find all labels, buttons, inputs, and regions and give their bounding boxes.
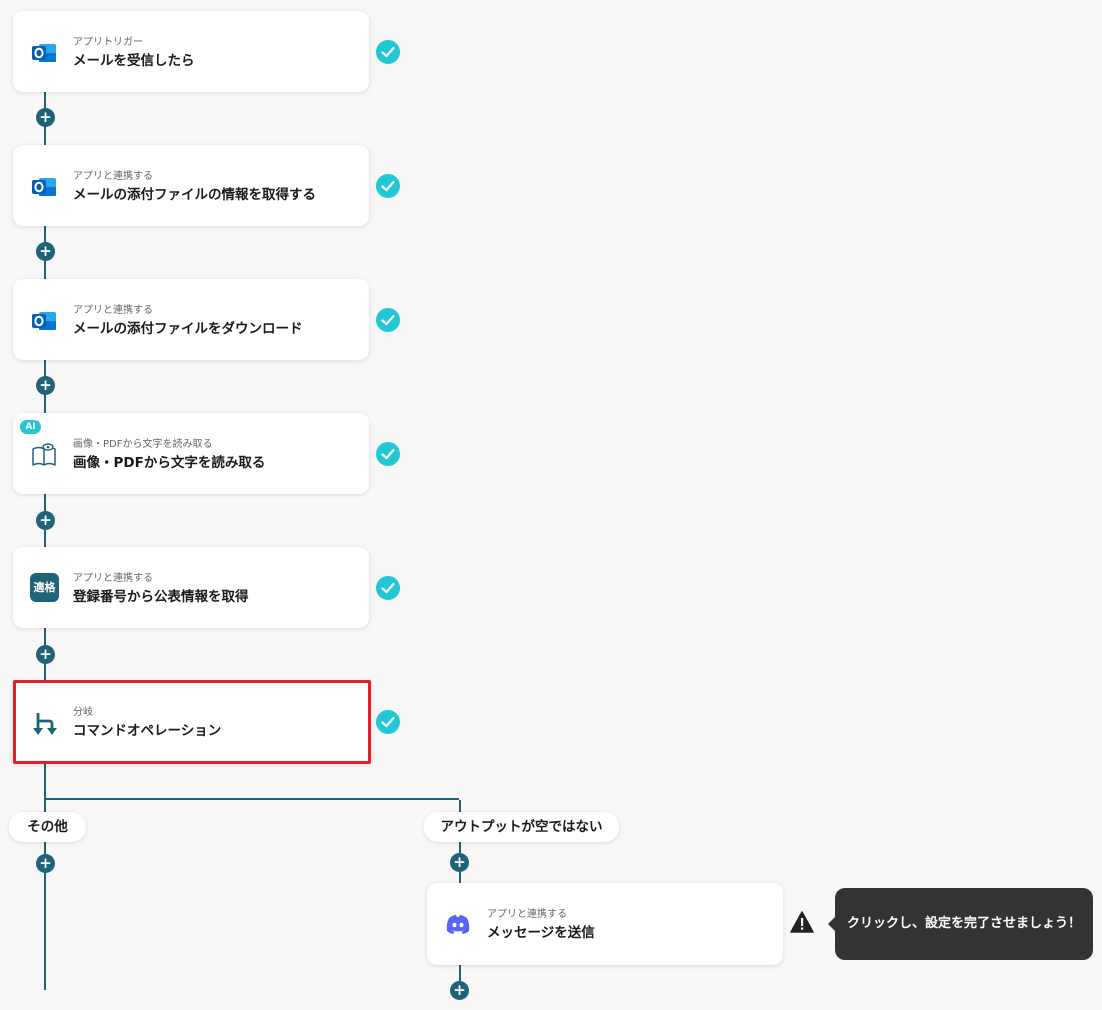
flow-step-card[interactable]: アプリと連携する メッセージを送信: [427, 883, 783, 965]
outlook-icon: [32, 44, 56, 62]
check-complete-icon: [376, 576, 400, 600]
branch-icon: [33, 713, 57, 735]
add-step-button[interactable]: +: [36, 376, 55, 395]
step-subtitle: アプリと連携する: [73, 573, 153, 584]
add-step-button[interactable]: +: [36, 645, 55, 664]
step-title: 登録番号から公表情報を取得: [73, 589, 249, 605]
check-complete-icon: [376, 308, 400, 332]
step-title: コマンドオペレーション: [73, 723, 222, 739]
ai-badge: AI: [20, 420, 41, 434]
flow-step-card[interactable]: アプリと連携する メールの添付ファイルの情報を取得する: [13, 145, 369, 226]
add-step-button[interactable]: +: [36, 242, 55, 261]
step-subtitle: アプリトリガー: [73, 37, 143, 48]
flow-step-card[interactable]: AI 画像・PDFから文字を読み取る 画像・PDFから文字を読み取る: [13, 413, 369, 494]
add-step-button[interactable]: +: [36, 511, 55, 530]
flow-step-card[interactable]: アプリと連携する メールの添付ファイルをダウンロード: [13, 279, 369, 360]
step-subtitle: アプリと連携する: [73, 171, 153, 182]
step-subtitle: アプリと連携する: [487, 909, 567, 920]
step-subtitle: 画像・PDFから文字を読み取る: [73, 439, 213, 450]
tooltip-text: クリックし、設定を完了させましょう！: [846, 916, 1081, 931]
step-title: メールを受信したら: [73, 53, 195, 69]
add-step-button-right-branch[interactable]: +: [450, 853, 469, 872]
check-complete-icon: [376, 442, 400, 466]
branch-label-output-not-empty[interactable]: アウトプットが空ではない: [424, 812, 619, 842]
step-title: 画像・PDFから文字を読み取る: [73, 455, 266, 471]
flow-step-card-selected[interactable]: 分岐 コマンドオペレーション: [13, 680, 371, 764]
add-step-button-right-branch-end[interactable]: +: [450, 981, 469, 1000]
check-complete-icon: [376, 710, 400, 734]
ocr-book-icon: [32, 443, 56, 466]
step-subtitle: 分岐: [73, 707, 93, 718]
warning-icon: [790, 911, 814, 933]
setup-tooltip: クリックし、設定を完了させましょう！: [828, 888, 1093, 960]
check-complete-icon: [376, 174, 400, 198]
flow-step-card[interactable]: 適格 アプリと連携する 登録番号から公表情報を取得: [13, 547, 369, 628]
step-title: メールの添付ファイルをダウンロード: [73, 321, 303, 337]
step-subtitle: アプリと連携する: [73, 305, 153, 316]
outlook-icon: [32, 312, 56, 330]
flow-step-card[interactable]: アプリトリガー メールを受信したら: [13, 11, 369, 92]
check-complete-icon: [376, 40, 400, 64]
add-step-button-left-branch[interactable]: +: [36, 854, 55, 873]
invoice-app-icon-label: 適格: [33, 581, 56, 594]
invoice-app-icon: 適格: [30, 573, 59, 602]
discord-icon: [446, 915, 470, 934]
add-step-button[interactable]: +: [36, 108, 55, 127]
step-title: メッセージを送信: [487, 925, 595, 941]
step-title: メールの添付ファイルの情報を取得する: [73, 187, 316, 203]
branch-label-other[interactable]: その他: [9, 812, 86, 842]
outlook-icon: [32, 178, 56, 196]
branch-connector-horizontal: [44, 798, 459, 800]
